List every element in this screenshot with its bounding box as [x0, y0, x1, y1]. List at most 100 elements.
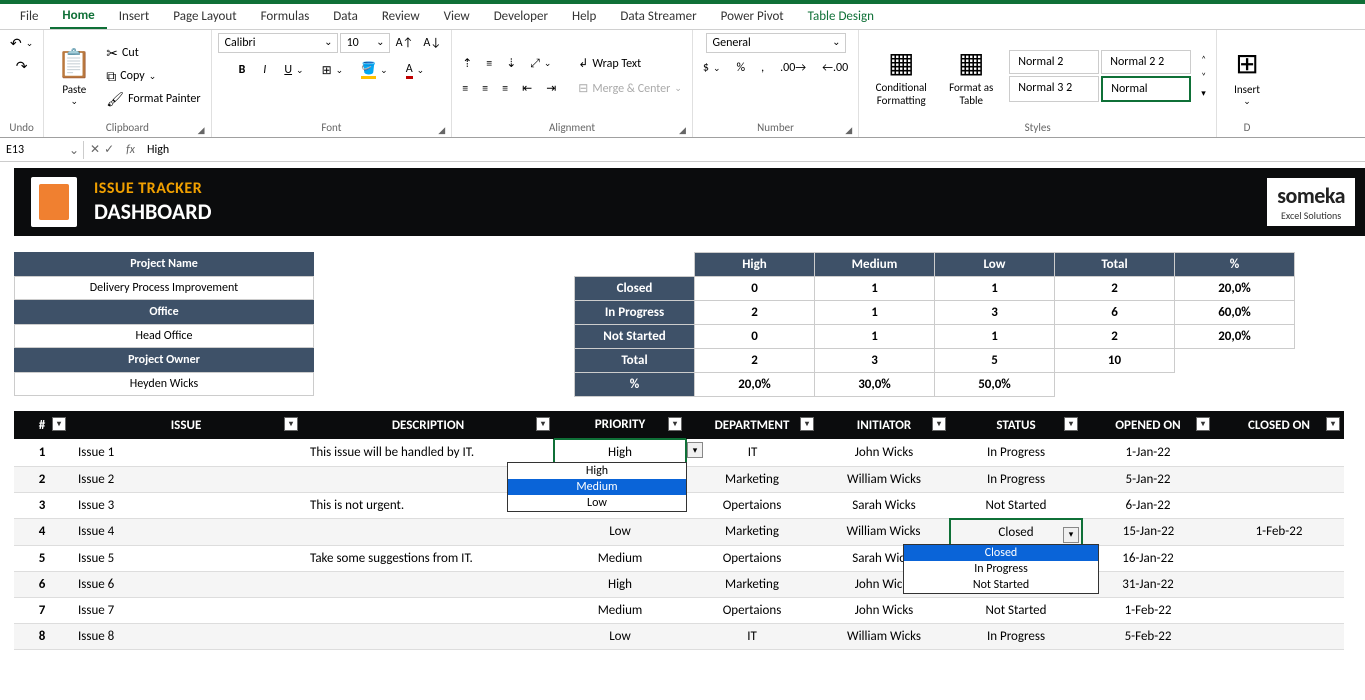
cell-closed[interactable]: [1214, 597, 1344, 623]
cell-status-active[interactable]: Closed ▾ Closed In Progress Not Started: [950, 519, 1082, 546]
align-bottom-button[interactable]: ⇣: [502, 54, 520, 73]
styles-down-button[interactable]: ˅: [1197, 69, 1210, 84]
cell-description[interactable]: [302, 519, 554, 546]
info-value[interactable]: Head Office: [14, 324, 314, 348]
underline-button[interactable]: U⌄: [280, 61, 307, 79]
cell-priority[interactable]: Medium: [554, 545, 686, 571]
cell-issue[interactable]: Issue 6: [70, 571, 302, 597]
cell-issue[interactable]: Issue 4: [70, 519, 302, 546]
cell-department[interactable]: Opertaions: [686, 597, 818, 623]
increase-indent-button[interactable]: ⇥: [542, 79, 560, 98]
tab-review[interactable]: Review: [370, 5, 432, 28]
dialog-launcher-icon[interactable]: ◢: [845, 125, 852, 136]
cell-description[interactable]: [302, 571, 554, 597]
orientation-button[interactable]: ⤢⌄: [526, 55, 555, 73]
cell-num[interactable]: 5: [14, 545, 70, 571]
cell-opened[interactable]: 6-Jan-22: [1082, 492, 1214, 519]
cell-department[interactable]: IT: [686, 439, 818, 466]
cell-issue[interactable]: Issue 1: [70, 439, 302, 466]
bold-button[interactable]: B: [235, 61, 250, 79]
cell-department[interactable]: Marketing: [686, 519, 818, 546]
dropdown-button[interactable]: ▾: [687, 442, 703, 458]
cell-closed[interactable]: 1-Feb-22: [1214, 519, 1344, 546]
tab-help[interactable]: Help: [560, 5, 608, 28]
cell-opened[interactable]: 1-Jan-22: [1082, 439, 1214, 466]
filter-button[interactable]: ▾: [800, 417, 814, 431]
decrease-font-button[interactable]: A↓: [419, 34, 445, 52]
dropdown-option[interactable]: Low: [508, 495, 686, 511]
align-top-button[interactable]: ⇡: [458, 54, 476, 73]
increase-font-button[interactable]: A↑: [392, 34, 418, 52]
styles-up-button[interactable]: ˄: [1197, 52, 1210, 67]
cell-opened[interactable]: 5-Feb-22: [1082, 623, 1214, 649]
tab-data-streamer[interactable]: Data Streamer: [608, 5, 708, 28]
cell-initiator[interactable]: John Wicks: [818, 597, 950, 623]
cell-opened[interactable]: 16-Jan-22: [1082, 545, 1214, 571]
filter-button[interactable]: ▾: [284, 417, 298, 431]
fill-color-button[interactable]: 🪣⌄: [357, 59, 392, 81]
cell-closed[interactable]: [1214, 466, 1344, 492]
filter-button[interactable]: ▾: [668, 417, 682, 431]
cell-num[interactable]: 7: [14, 597, 70, 623]
cut-button[interactable]: ✂Cut: [102, 43, 204, 64]
cell-num[interactable]: 2: [14, 466, 70, 492]
redo-button[interactable]: ↷: [12, 56, 32, 77]
cell-status[interactable]: In Progress: [950, 623, 1082, 649]
info-value[interactable]: Delivery Process Improvement: [14, 276, 314, 300]
paste-button[interactable]: 📋 Paste ⌄: [50, 41, 98, 111]
copy-button[interactable]: ⧉Copy⌄: [102, 66, 204, 87]
cell-closed[interactable]: [1214, 545, 1344, 571]
cell-style-normal2[interactable]: Normal 2: [1009, 50, 1099, 74]
cell-closed[interactable]: [1214, 439, 1344, 466]
cell-status[interactable]: In Progress: [950, 439, 1082, 466]
cell-priority[interactable]: Medium: [554, 597, 686, 623]
dropdown-option-selected[interactable]: Closed: [904, 545, 1098, 561]
cell-opened[interactable]: 5-Jan-22: [1082, 466, 1214, 492]
filter-button[interactable]: ▾: [932, 417, 946, 431]
dialog-launcher-icon[interactable]: ◢: [679, 125, 686, 136]
cell-closed[interactable]: [1214, 571, 1344, 597]
cell-num[interactable]: 8: [14, 623, 70, 649]
cell-issue[interactable]: Issue 5: [70, 545, 302, 571]
cell-initiator[interactable]: William Wicks: [818, 519, 950, 546]
cell-initiator[interactable]: William Wicks: [818, 623, 950, 649]
cell-description[interactable]: [302, 623, 554, 649]
cell-status[interactable]: Not Started: [950, 597, 1082, 623]
enter-icon[interactable]: ✓: [104, 142, 114, 157]
dropdown-option[interactable]: Not Started: [904, 577, 1098, 593]
tab-page-layout[interactable]: Page Layout: [161, 5, 248, 28]
undo-button[interactable]: ↶⌄: [6, 33, 37, 54]
filter-button[interactable]: ▾: [1326, 417, 1340, 431]
tab-insert[interactable]: Insert: [107, 5, 162, 28]
align-middle-button[interactable]: ≡: [482, 55, 496, 73]
format-as-table-button[interactable]: ▦ Format as Table: [941, 41, 1001, 111]
filter-button[interactable]: ▾: [1196, 417, 1210, 431]
cell-description[interactable]: Take some suggestions from IT.: [302, 545, 554, 571]
cell-closed[interactable]: [1214, 492, 1344, 519]
cell-status[interactable]: Not Started: [950, 492, 1082, 519]
cell-num[interactable]: 1: [14, 439, 70, 466]
increase-decimal-button[interactable]: .00→: [776, 59, 810, 77]
decrease-indent-button[interactable]: ⇤: [518, 79, 536, 98]
dropdown-button[interactable]: ▾: [1063, 527, 1079, 543]
cell-opened[interactable]: 31-Jan-22: [1082, 571, 1214, 597]
filter-button[interactable]: ▾: [52, 417, 66, 431]
cell-num[interactable]: 4: [14, 519, 70, 546]
align-center-button[interactable]: ≡: [478, 80, 492, 98]
cell-department[interactable]: Opertaions: [686, 545, 818, 571]
cell-priority[interactable]: High: [554, 571, 686, 597]
insert-button[interactable]: ⊞ Insert ⌄: [1223, 41, 1271, 111]
filter-button[interactable]: ▾: [1064, 417, 1078, 431]
tab-file[interactable]: File: [8, 5, 50, 28]
dropdown-option[interactable]: High: [508, 463, 686, 479]
name-box[interactable]: E13: [0, 141, 84, 159]
number-format-combo[interactable]: General: [706, 33, 846, 53]
font-color-button[interactable]: A⌄: [402, 60, 429, 81]
format-painter-button[interactable]: 🖌Format Painter: [102, 89, 204, 110]
tab-power-pivot[interactable]: Power Pivot: [709, 5, 796, 28]
tab-table-design[interactable]: Table Design: [796, 5, 886, 28]
tab-data[interactable]: Data: [321, 5, 370, 28]
align-right-button[interactable]: ≡: [498, 80, 512, 98]
styles-more-button[interactable]: ▾: [1197, 86, 1210, 101]
cell-style-normal22[interactable]: Normal 2 2: [1101, 50, 1191, 74]
